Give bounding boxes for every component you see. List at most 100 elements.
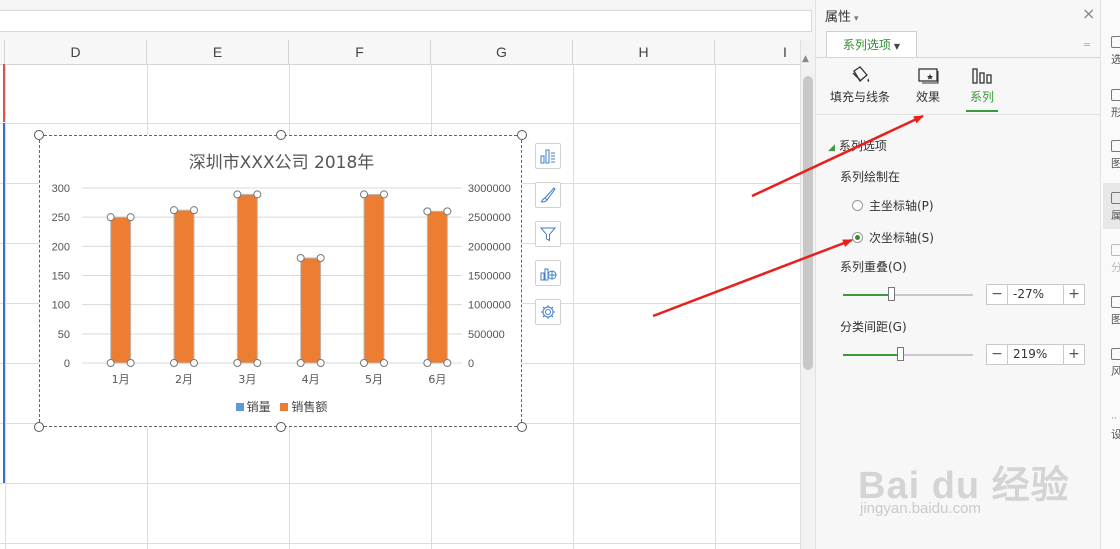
gap-width-value[interactable]: 219% — [1013, 347, 1047, 361]
y2-axis-tick-label: 2500000 — [468, 212, 511, 224]
picture-icon — [1111, 296, 1120, 308]
section-series-options[interactable]: ◢ 系列选项 — [828, 137, 887, 154]
sidebar-item-picture[interactable]: 图 — [1111, 296, 1120, 327]
radio-button-selected-icon — [852, 232, 863, 243]
sidebar-item-style[interactable]: 风 — [1111, 348, 1120, 379]
chart-type-button[interactable] — [535, 260, 561, 286]
bar-selection-handle — [380, 190, 388, 199]
y-axis-tick-label: 150 — [52, 271, 70, 283]
y2-axis-tick-label: 500000 — [468, 329, 505, 341]
sidebar-item-shape[interactable]: 形 — [1111, 89, 1120, 120]
x-axis-tick-label: 2月 — [175, 373, 193, 386]
bar-selection-handle — [170, 206, 178, 215]
shape-icon — [1111, 89, 1120, 101]
bar-selection-handle — [423, 359, 432, 367]
resize-handle-se[interactable] — [517, 422, 527, 432]
bar-selection-handle — [316, 254, 325, 262]
sidebar-item-analysis[interactable]: 分 — [1111, 244, 1120, 275]
sidebar-item-chart[interactable]: 图 — [1111, 140, 1120, 171]
column-header-h[interactable]: H — [573, 40, 715, 64]
x-axis-tick-label: 1月 — [112, 373, 130, 386]
series-overlap-label: 系列重叠(O) — [840, 260, 907, 274]
x-axis-tick-label: 5月 — [365, 373, 383, 386]
bar-selection-handle — [190, 206, 198, 215]
active-tab-indicator — [966, 110, 998, 112]
resize-handle-s[interactable] — [276, 422, 286, 432]
series-overlap-slider[interactable] — [843, 287, 973, 301]
chart-style-button[interactable] — [535, 182, 561, 208]
column-header-f[interactable]: F — [289, 40, 431, 64]
slider-fill — [843, 354, 901, 356]
gap-width-label: 分类间距(G) — [840, 320, 907, 334]
scroll-up-icon[interactable]: ▲ — [802, 54, 809, 64]
resize-handle-n[interactable] — [276, 130, 286, 140]
close-icon[interactable]: × — [1082, 4, 1095, 23]
increment-button[interactable]: + — [1063, 345, 1084, 364]
tab-series-options[interactable]: 系列选项 ▼ — [826, 31, 917, 58]
resize-handle-ne[interactable] — [517, 130, 527, 140]
bar-sales-amount — [426, 210, 448, 364]
decrement-button[interactable]: − — [987, 285, 1008, 304]
analysis-icon — [1111, 244, 1120, 256]
column-header-d[interactable]: D — [5, 40, 147, 64]
chart-filter-icon — [539, 227, 557, 242]
y-axis-tick-label: 250 — [52, 212, 70, 224]
panel-title[interactable]: 属性 ▾ — [825, 6, 859, 25]
x-axis-tick-label: 4月 — [302, 373, 320, 386]
y-axis-tick-label: 100 — [52, 300, 70, 312]
radio-primary-axis[interactable]: 主坐标轴(P) — [852, 197, 934, 214]
formula-input[interactable] — [0, 10, 812, 32]
sidebar-item-settings[interactable]: ··设 — [1111, 414, 1120, 442]
scrollbar-thumb[interactable] — [803, 76, 813, 370]
chart-legend[interactable]: 销量 销售额 — [40, 398, 523, 415]
column-header-g[interactable]: G — [431, 40, 573, 64]
column-header-e[interactable]: E — [147, 40, 289, 64]
y-axis-tick-label: 200 — [52, 241, 70, 253]
column-header-i[interactable]: I — [715, 40, 800, 64]
y2-axis-tick-label: 1500000 — [468, 271, 511, 283]
subtab-fill-and-line[interactable]: 填充与线条 — [828, 64, 892, 105]
style-icon — [1111, 348, 1120, 360]
increment-button[interactable]: + — [1063, 285, 1084, 304]
radio-secondary-axis[interactable]: 次坐标轴(S) — [852, 229, 934, 246]
radio-button-icon — [852, 200, 863, 211]
subtab-effects[interactable]: 效果 — [912, 64, 944, 105]
vertical-scrollbar[interactable]: ▲ — [800, 40, 815, 549]
subtab-series[interactable]: 系列 — [966, 64, 998, 105]
sidebar-item-select[interactable]: 选 — [1111, 36, 1120, 67]
bar-sales-amount — [173, 209, 195, 364]
chart-title[interactable]: 深圳市XXX公司 2018年 — [40, 148, 523, 173]
panel-scroll-grip[interactable]: ═ — [1084, 40, 1090, 51]
chart-settings-button[interactable] — [535, 299, 561, 325]
legend-item-sales-volume[interactable]: 销量 — [235, 400, 271, 414]
chart-elements-button[interactable] — [535, 143, 561, 169]
chart-filter-button[interactable] — [535, 221, 561, 247]
resize-handle-nw[interactable] — [34, 130, 44, 140]
bar-selection-handle — [360, 190, 368, 199]
sidebar-item-properties[interactable]: 属 — [1111, 192, 1120, 223]
series-overlap-stepper[interactable]: − -27% + — [986, 284, 1085, 305]
bar-selection-handle — [170, 359, 178, 367]
slider-thumb[interactable] — [897, 347, 905, 361]
cell-selection-marker — [3, 64, 5, 122]
series-overlap-value[interactable]: -27% — [1013, 287, 1044, 301]
resize-handle-sw[interactable] — [34, 422, 44, 432]
gap-width-slider[interactable] — [843, 347, 973, 361]
collapse-triangle-icon: ◢ — [828, 143, 835, 153]
chart-type-icon — [540, 268, 557, 281]
gap-width-stepper[interactable]: − 219% + — [986, 344, 1085, 365]
select-icon — [1111, 36, 1120, 48]
bar-selection-handle — [233, 359, 242, 367]
bar-selection-handle — [126, 213, 135, 222]
legend-item-sales-amount[interactable]: 销售额 — [280, 400, 327, 414]
bar-selection-handle — [380, 359, 388, 367]
chart-object[interactable]: 0 50 100 150 200 250 300 0 500000 1000000 1500000 2… — [39, 135, 522, 427]
bar-sales-amount — [236, 193, 258, 364]
bar-selection-handle — [106, 359, 115, 367]
decrement-button[interactable]: − — [987, 345, 1008, 364]
slider-thumb[interactable] — [888, 287, 896, 301]
formula-bar — [0, 0, 815, 40]
chart-plot: 0 50 100 150 200 250 300 0 500000 1000000 1500000 2… — [52, 183, 511, 386]
effects-icon — [918, 68, 939, 84]
bar-selection-handle — [360, 359, 368, 367]
